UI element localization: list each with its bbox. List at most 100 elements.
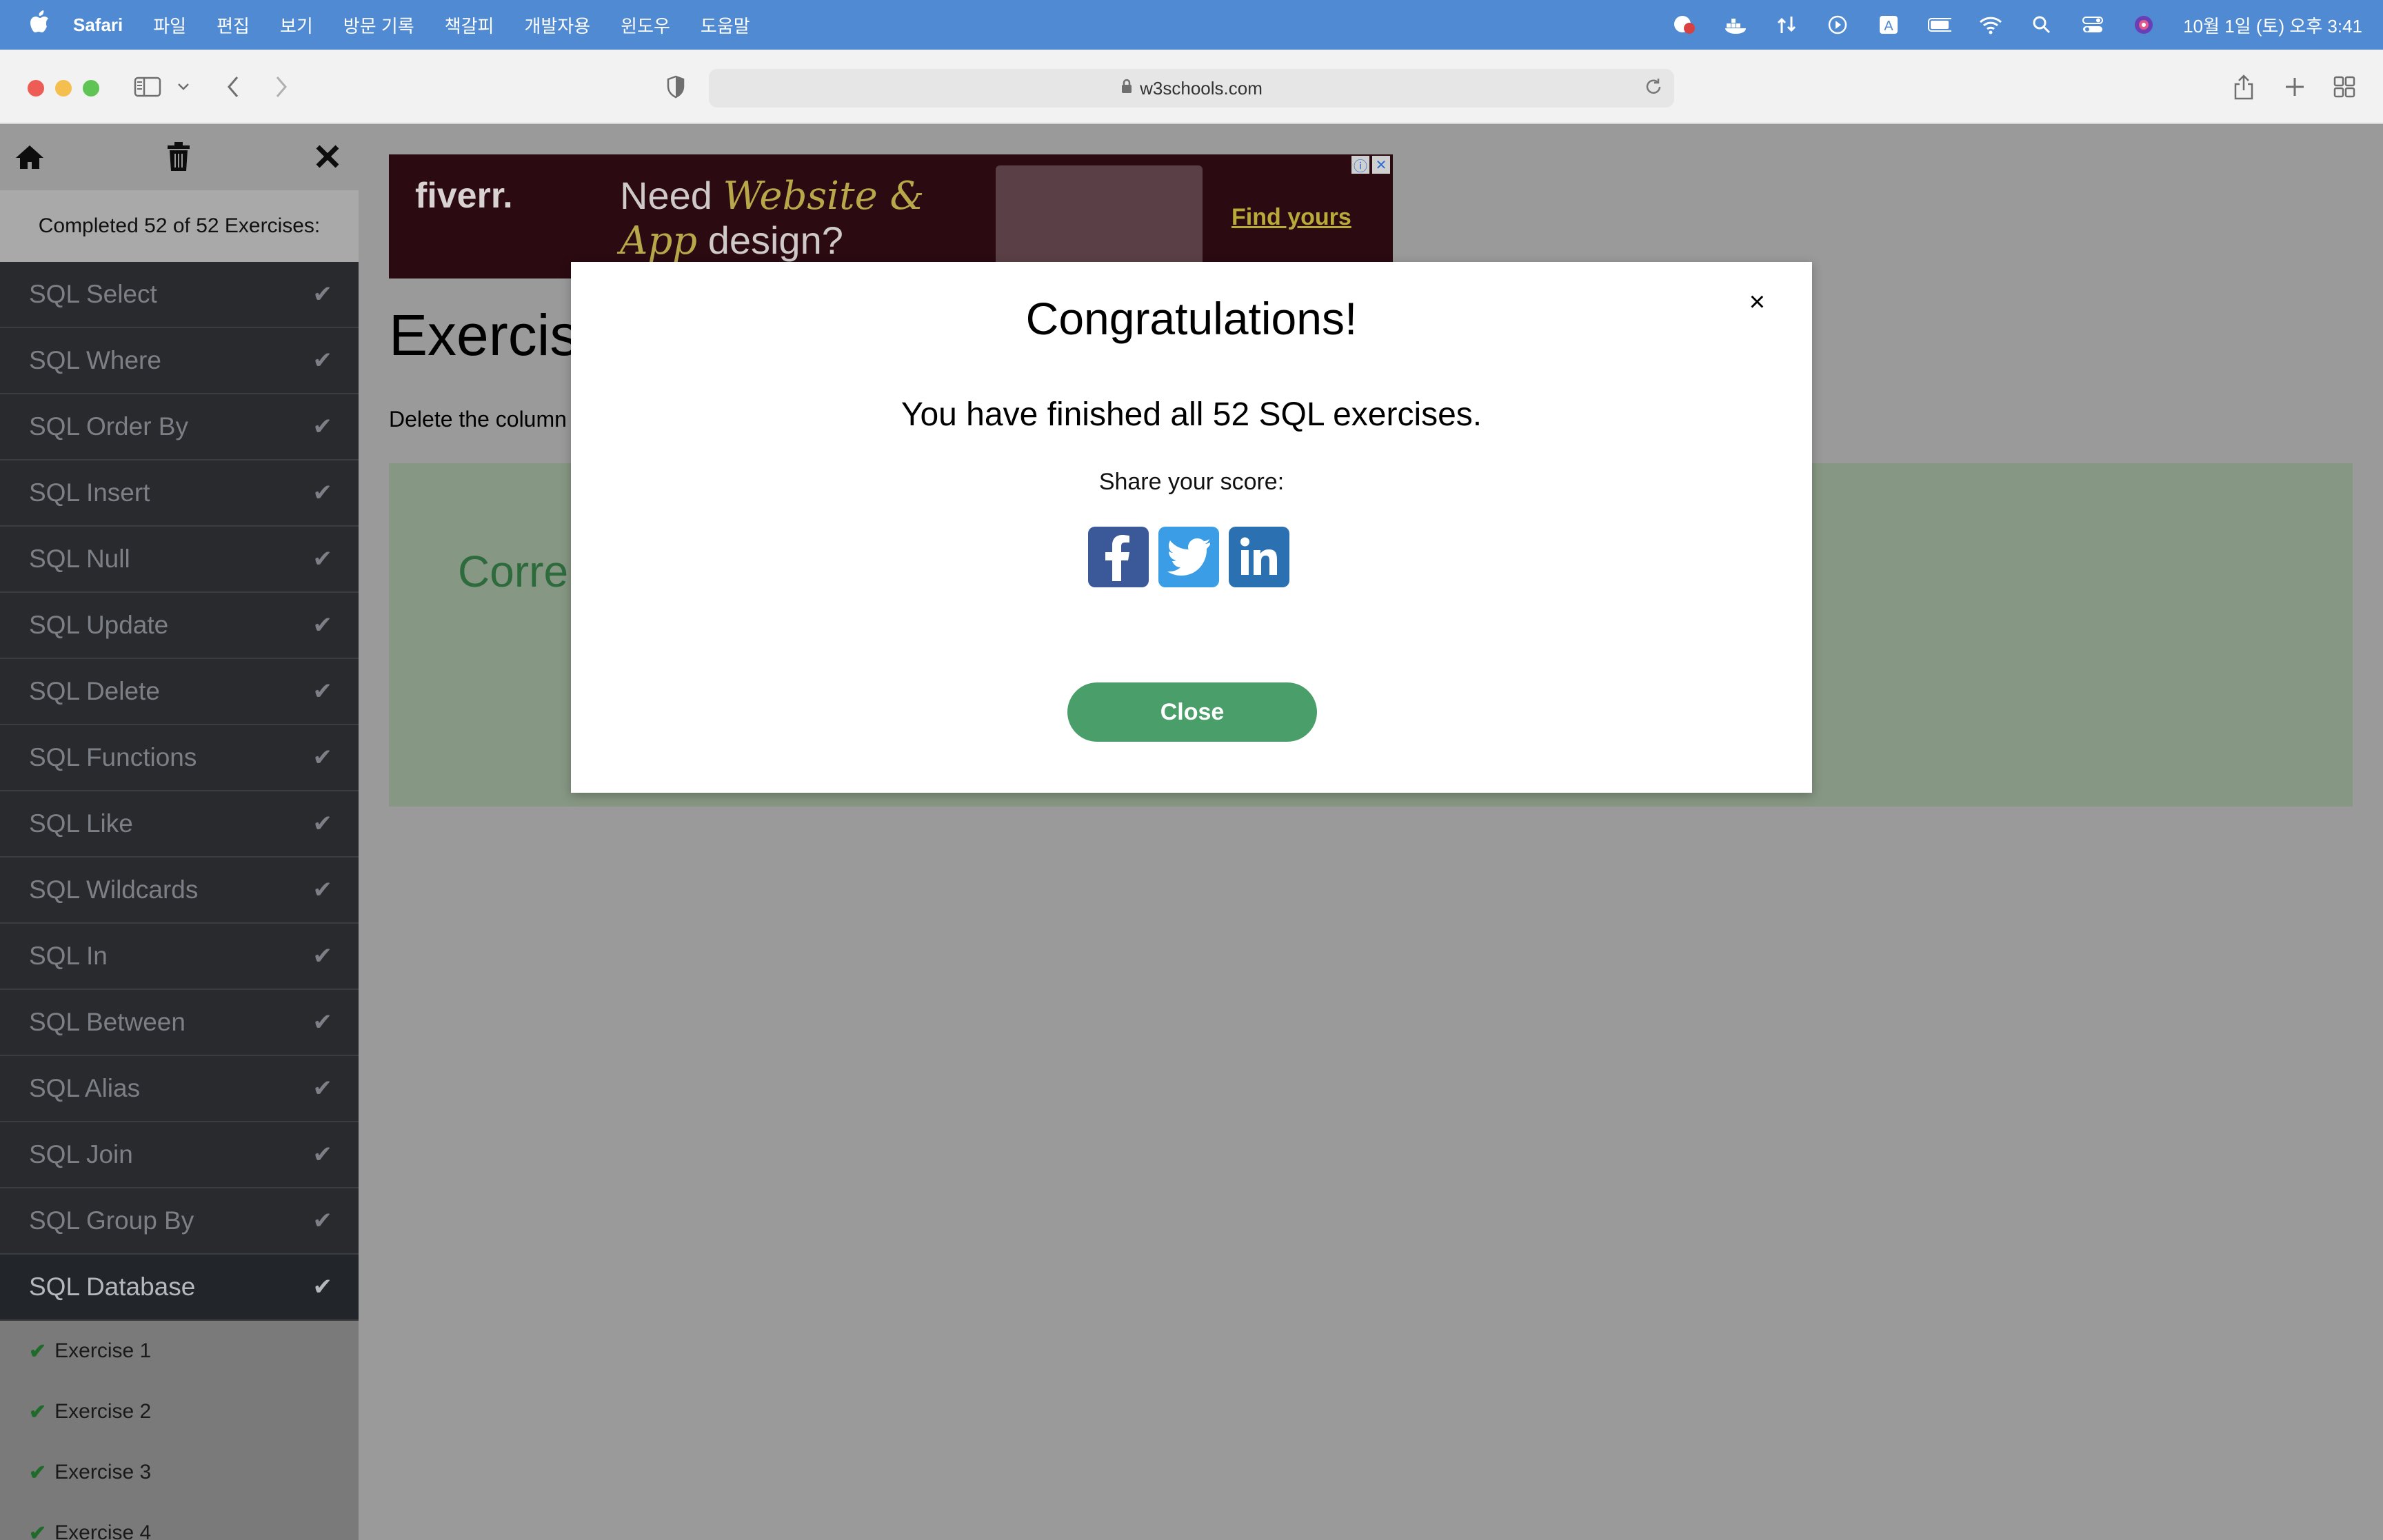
exercise-link-2[interactable]: ✔ Exercise 2 <box>0 1381 359 1442</box>
docker-icon[interactable] <box>1724 13 1747 37</box>
sidebar-item-label: SQL In <box>29 942 108 970</box>
recording-status-icon[interactable] <box>1673 13 1696 37</box>
sidebar-item-label: SQL Join <box>29 1140 133 1168</box>
share-icon[interactable] <box>2231 70 2256 103</box>
apple-menu-icon[interactable] <box>26 10 54 40</box>
address-bar-url: w3schools.com <box>1140 77 1263 99</box>
menu-develop[interactable]: 개발자용 <box>524 12 590 38</box>
safari-toolbar: w3schools.com <box>0 50 2383 124</box>
sidebar-item-label: SQL Delete <box>29 677 160 705</box>
modal-message: You have finished all 52 SQL exercises. <box>901 396 1482 433</box>
green-check-icon: ✔ <box>29 1339 47 1363</box>
chevron-down-icon[interactable] <box>175 70 192 103</box>
ad-headline-text: design? <box>707 219 843 262</box>
siri-icon[interactable] <box>2132 13 2155 37</box>
network-transfer-icon[interactable] <box>1775 13 1798 37</box>
sidebar-item-sql-where[interactable]: SQL Where ✔ <box>0 328 359 394</box>
reload-icon[interactable] <box>1644 77 1663 101</box>
window-close-button[interactable] <box>28 80 44 97</box>
home-icon[interactable] <box>12 139 47 174</box>
privacy-shield-icon[interactable] <box>663 70 688 103</box>
close-button[interactable]: Close <box>1067 682 1317 742</box>
battery-icon[interactable] <box>1928 13 1952 37</box>
new-tab-plus-icon[interactable] <box>2282 70 2307 103</box>
sidebar-item-label: SQL Null <box>29 545 130 573</box>
sidebar-item-sql-join[interactable]: SQL Join ✔ <box>0 1122 359 1188</box>
congratulations-modal: × Congratulations! You have finished all… <box>571 262 1812 793</box>
menu-edit[interactable]: 편집 <box>217 12 250 38</box>
exercise-link-4[interactable]: ✔ Exercise 4 <box>0 1503 359 1540</box>
ad-headline-text: Need <box>620 174 712 217</box>
ad-close-icon[interactable]: ✕ <box>1372 156 1390 174</box>
exercise-instruction: Delete the column <box>389 407 567 432</box>
app-name-menu[interactable]: Safari <box>73 14 123 36</box>
check-icon: ✔ <box>312 1142 333 1168</box>
menu-file[interactable]: 파일 <box>153 12 186 38</box>
check-icon: ✔ <box>312 480 333 506</box>
sidebar-item-label: SQL Where <box>29 346 161 374</box>
facebook-icon[interactable] <box>1088 527 1149 587</box>
sidebar-item-sql-insert[interactable]: SQL Insert ✔ <box>0 460 359 527</box>
menu-help[interactable]: 도움말 <box>701 12 750 38</box>
exercise-link-1[interactable]: ✔ Exercise 1 <box>0 1321 359 1381</box>
page-title: Exercis <box>389 303 579 367</box>
forward-arrow-icon[interactable] <box>269 70 294 103</box>
address-bar[interactable]: w3schools.com <box>709 69 1674 108</box>
menu-window[interactable]: 윈도우 <box>621 12 670 38</box>
sidebar-toggle-icon[interactable] <box>132 70 163 103</box>
sidebar-item-sql-update[interactable]: SQL Update ✔ <box>0 593 359 659</box>
spotlight-search-icon[interactable] <box>2030 13 2053 37</box>
sidebar-item-label: SQL Select <box>29 280 157 308</box>
check-icon: ✔ <box>312 1274 333 1300</box>
sidebar-item-sql-order-by[interactable]: SQL Order By ✔ <box>0 394 359 460</box>
sidebar-item-sql-like[interactable]: SQL Like ✔ <box>0 791 359 858</box>
ad-info-icon[interactable]: ⓘ <box>1351 156 1369 174</box>
sidebar-item-sql-functions[interactable]: SQL Functions ✔ <box>0 725 359 791</box>
exercise-label: Exercise 1 <box>54 1339 152 1362</box>
input-source-icon[interactable]: A <box>1877 13 1900 37</box>
sidebar-item-label: SQL Alias <box>29 1074 141 1102</box>
check-icon: ✔ <box>312 943 333 969</box>
trash-icon[interactable] <box>161 139 196 174</box>
twitter-icon[interactable] <box>1158 527 1219 587</box>
ad-cta-link[interactable]: Find yours <box>1231 204 1351 231</box>
linkedin-icon[interactable] <box>1229 527 1289 587</box>
play-icon[interactable] <box>1826 13 1849 37</box>
sidebar-item-sql-select[interactable]: SQL Select ✔ <box>0 262 359 328</box>
tab-overview-icon[interactable] <box>2332 70 2357 103</box>
sidebar-item-sql-delete[interactable]: SQL Delete ✔ <box>0 659 359 725</box>
ad-headline-emphasis: App <box>620 219 698 263</box>
fiverr-logo: fiverr. <box>415 176 513 216</box>
sidebar-item-sql-wildcards[interactable]: SQL Wildcards ✔ <box>0 858 359 924</box>
menubar-clock[interactable]: 10월 1일 (토) 오후 3:41 <box>2183 12 2362 38</box>
window-minimize-button[interactable] <box>55 80 72 97</box>
back-arrow-icon[interactable] <box>221 70 245 103</box>
social-share-buttons <box>1088 527 1289 587</box>
menu-bookmarks[interactable]: 책갈피 <box>445 12 494 38</box>
sidebar-item-sql-between[interactable]: SQL Between ✔ <box>0 990 359 1056</box>
check-icon: ✔ <box>312 877 333 903</box>
sidebar-item-sql-in[interactable]: SQL In ✔ <box>0 924 359 990</box>
check-icon: ✔ <box>312 678 333 705</box>
sidebar-item-sql-alias[interactable]: SQL Alias ✔ <box>0 1056 359 1122</box>
close-sidebar-icon[interactable] <box>310 139 345 174</box>
menu-view[interactable]: 보기 <box>280 12 313 38</box>
check-icon: ✔ <box>312 281 333 307</box>
sidebar-item-label: SQL Database <box>29 1273 196 1301</box>
check-icon: ✔ <box>312 744 333 771</box>
green-check-icon: ✔ <box>29 1461 47 1484</box>
wifi-icon[interactable] <box>1979 13 2002 37</box>
window-zoom-button[interactable] <box>83 80 99 97</box>
ad-headline-emphasis: Website & <box>723 174 925 219</box>
sidebar-item-sql-group-by[interactable]: SQL Group By ✔ <box>0 1188 359 1255</box>
menu-history[interactable]: 방문 기록 <box>343 12 414 38</box>
fiverr-ad-banner[interactable]: fiverr. Need Website & App design? Find … <box>389 154 1393 278</box>
completion-status: Completed 52 of 52 Exercises: <box>0 190 359 262</box>
exercise-link-3[interactable]: ✔ Exercise 3 <box>0 1442 359 1503</box>
sidebar-item-label: SQL Wildcards <box>29 875 199 904</box>
check-icon: ✔ <box>312 1075 333 1102</box>
control-center-icon[interactable] <box>2081 13 2104 37</box>
green-check-icon: ✔ <box>29 1521 47 1540</box>
sidebar-item-sql-null[interactable]: SQL Null ✔ <box>0 527 359 593</box>
sidebar-item-sql-database[interactable]: SQL Database ✔ <box>0 1255 359 1321</box>
